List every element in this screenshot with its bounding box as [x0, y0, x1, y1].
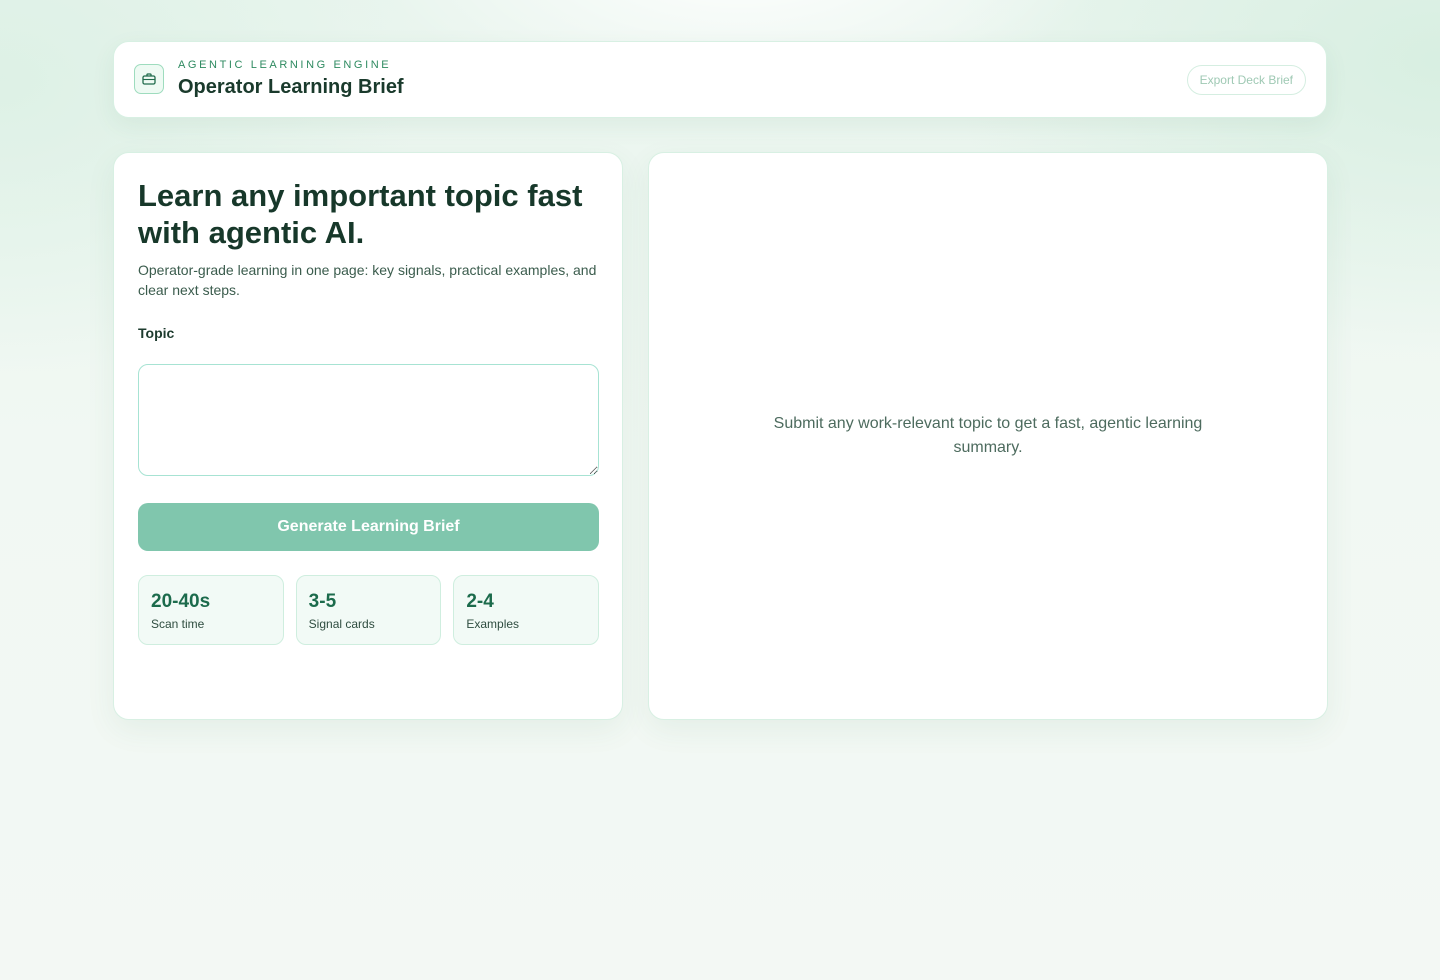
stat-value: 3-5: [308, 591, 337, 612]
generate-learning-brief-button[interactable]: Generate Learning Brief: [138, 503, 599, 551]
stat-label: Examples: [466, 617, 520, 631]
topic-label: Topic: [138, 325, 175, 341]
topic-input[interactable]: [138, 364, 599, 476]
stat-value: 20-40s: [151, 591, 211, 612]
app-header: AGENTIC LEARNING ENGINE Operator Learnin…: [113, 41, 1327, 118]
output-panel: Submit any work-relevant topic to get a …: [648, 152, 1328, 720]
topic-form-card: Learn any important topic fast with agen…: [113, 152, 623, 720]
hero-subline: Operator-grade learning in one page: key…: [138, 262, 597, 298]
stat-signal-cards: 3-5 Signal cards: [295, 575, 442, 645]
export-deck-brief-button[interactable]: Export Deck Brief: [1186, 65, 1306, 95]
stat-value: 2-4: [466, 591, 494, 612]
stat-label: Signal cards: [308, 617, 375, 631]
stat-examples: 2-4 Examples: [453, 575, 600, 645]
stats-row: 20-40s Scan time 3-5 Signal cards 2-4 Ex…: [138, 575, 600, 645]
app-eyebrow: AGENTIC LEARNING ENGINE: [178, 59, 392, 71]
stat-label: Scan time: [151, 617, 205, 631]
stat-scan-time: 20-40s Scan time: [138, 575, 284, 645]
app-title: Operator Learning Brief: [178, 76, 404, 98]
empty-state-message: Submit any work-relevant topic to get a …: [773, 415, 1203, 456]
hero-headline: Learn any important topic fast with agen…: [138, 178, 583, 250]
briefcase-icon: [134, 64, 164, 94]
